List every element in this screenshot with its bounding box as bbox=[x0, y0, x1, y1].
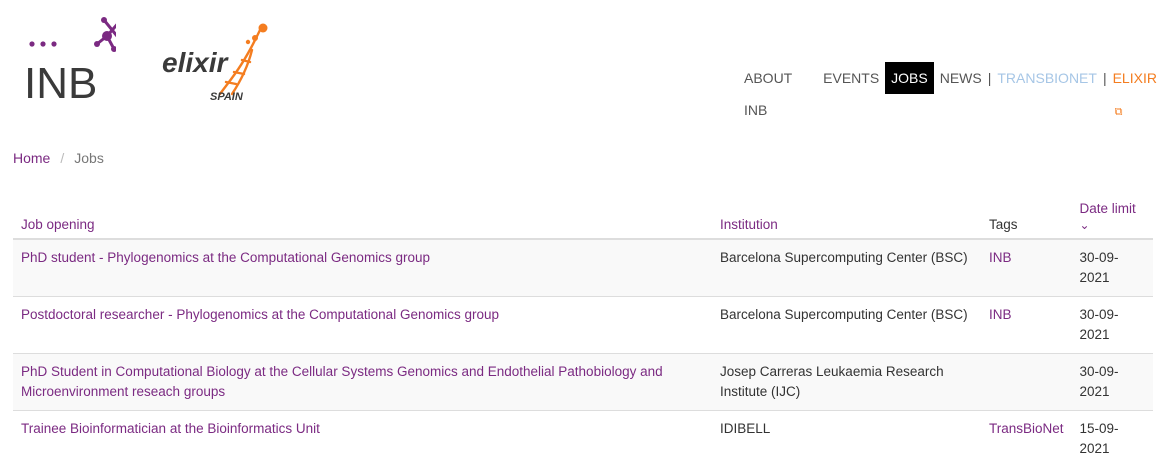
inb-logo-dot bbox=[40, 41, 45, 46]
table-header-row: Job opening Institution Tags Date limit ⌄ bbox=[13, 184, 1153, 239]
molecule-node bbox=[102, 31, 112, 41]
date-cell: 30-09-2021 bbox=[1072, 239, 1153, 297]
sort-desc-icon[interactable]: ⌄ bbox=[1080, 218, 1145, 232]
nav-elixir[interactable]: ELIXIR⧉ bbox=[1107, 62, 1167, 94]
header-institution[interactable]: Institution bbox=[712, 184, 981, 239]
elixir-spain-logo[interactable]: elixir SPAIN bbox=[160, 20, 272, 106]
inb-logo-dot bbox=[29, 41, 34, 46]
breadcrumb-separator: / bbox=[60, 150, 64, 166]
table-row: PhD Student in Computational Biology at … bbox=[13, 354, 1153, 411]
header-tags: Tags bbox=[981, 184, 1072, 239]
nav-transbionet[interactable]: TRANSBIONET bbox=[991, 62, 1103, 94]
table-row: PhD student - Phylogenomics at the Compu… bbox=[13, 239, 1153, 297]
institution-cell: IDIBELL bbox=[712, 411, 981, 467]
job-title-cell: PhD student - Phylogenomics at the Compu… bbox=[13, 239, 712, 297]
dna-node bbox=[246, 40, 250, 44]
inb-logo-dot bbox=[51, 41, 56, 46]
header-job-opening-label[interactable]: Job opening bbox=[21, 217, 95, 232]
institution-cell: Josep Carreras Leukaemia Research Instit… bbox=[712, 354, 981, 411]
nav-jobs[interactable]: JOBS bbox=[885, 62, 934, 94]
table-row: Trainee Bioinformatician at the Bioinfor… bbox=[13, 411, 1153, 467]
inb-logo[interactable]: INB bbox=[24, 14, 116, 104]
date-cell: 30-09-2021 bbox=[1072, 354, 1153, 411]
table-row: Postdoctoral researcher - Phylogenomics … bbox=[13, 297, 1153, 354]
nav-about-inb[interactable]: ABOUT INB bbox=[738, 62, 817, 94]
jobs-table: Job opening Institution Tags Date limit ⌄… bbox=[13, 184, 1153, 467]
tags-cell: TransBioNet bbox=[981, 411, 1072, 467]
breadcrumb-current: Jobs bbox=[74, 150, 104, 166]
job-title-link[interactable]: PhD student - Phylogenomics at the Compu… bbox=[21, 250, 430, 265]
institution-cell: Barcelona Supercomputing Center (BSC) bbox=[712, 239, 981, 297]
header-institution-label[interactable]: Institution bbox=[720, 217, 778, 232]
header-date-limit[interactable]: Date limit ⌄ bbox=[1072, 184, 1153, 239]
nav-news[interactable]: NEWS bbox=[934, 62, 988, 94]
header-date-limit-label[interactable]: Date limit bbox=[1080, 201, 1136, 216]
dna-node bbox=[252, 35, 258, 41]
main-nav: ABOUT INB EVENTS JOBS NEWS | TRANSBIONET… bbox=[738, 62, 1167, 94]
nav-events[interactable]: EVENTS bbox=[817, 62, 885, 94]
job-title-cell: Postdoctoral researcher - Phylogenomics … bbox=[13, 297, 712, 354]
tags-cell bbox=[981, 354, 1072, 411]
elixir-logo-text: elixir bbox=[162, 47, 229, 78]
tag-link[interactable]: INB bbox=[989, 250, 1012, 265]
inb-logo-text: INB bbox=[24, 59, 97, 104]
job-title-link[interactable]: Postdoctoral researcher - Phylogenomics … bbox=[21, 307, 499, 322]
nav-elixir-label: ELIXIR bbox=[1113, 70, 1157, 86]
tags-cell: INB bbox=[981, 239, 1072, 297]
molecule-node bbox=[94, 41, 100, 47]
header-job-opening[interactable]: Job opening bbox=[13, 184, 712, 239]
header-tags-label: Tags bbox=[989, 217, 1018, 232]
job-title-cell: PhD Student in Computational Biology at … bbox=[13, 354, 712, 411]
external-link-icon: ⧉ bbox=[1115, 96, 1123, 128]
molecule-node bbox=[101, 17, 107, 23]
breadcrumb-home[interactable]: Home bbox=[13, 150, 50, 166]
job-title-cell: Trainee Bioinformatician at the Bioinfor… bbox=[13, 411, 712, 467]
tag-link[interactable]: TransBioNet bbox=[989, 421, 1064, 436]
job-title-link[interactable]: PhD Student in Computational Biology at … bbox=[21, 364, 663, 399]
date-cell: 30-09-2021 bbox=[1072, 297, 1153, 354]
institution-cell: Barcelona Supercomputing Center (BSC) bbox=[712, 297, 981, 354]
elixir-logo-subtext: SPAIN bbox=[210, 91, 244, 103]
breadcrumb: Home / Jobs bbox=[13, 150, 104, 166]
job-title-link[interactable]: Trainee Bioinformatician at the Bioinfor… bbox=[21, 421, 320, 436]
tags-cell: INB bbox=[981, 297, 1072, 354]
date-cell: 15-09-2021 bbox=[1072, 411, 1153, 467]
dna-node bbox=[259, 24, 268, 33]
tag-link[interactable]: INB bbox=[989, 307, 1012, 322]
